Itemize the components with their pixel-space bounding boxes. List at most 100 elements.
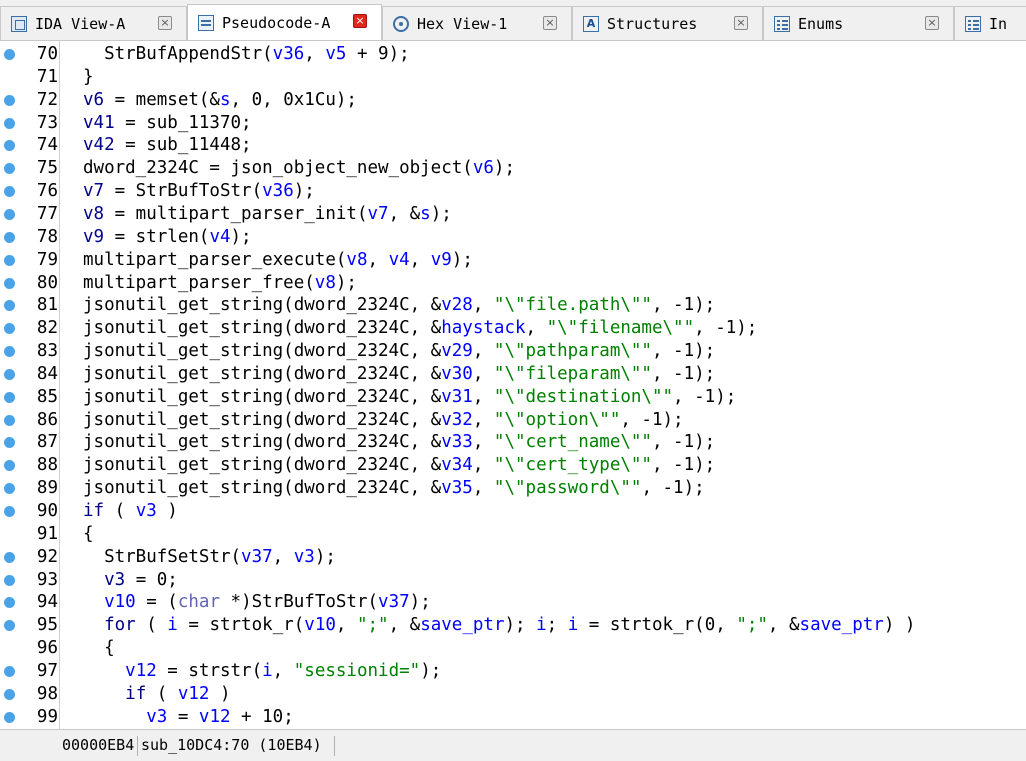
code-text[interactable]: v3 = 0; <box>83 569 178 592</box>
code-text[interactable]: jsonutil_get_string(dword_2324C, &v28, "… <box>83 294 715 317</box>
tab-enums[interactable]: Enums × <box>763 6 954 40</box>
code-text[interactable]: jsonutil_get_string(dword_2324C, &v30, "… <box>83 363 715 386</box>
breakpoint-dot-icon[interactable] <box>4 208 15 220</box>
code-line[interactable]: 70 StrBufAppendStr(v36, v5 + 9); <box>0 43 1026 66</box>
code-line[interactable]: 93 v3 = 0; <box>0 569 1026 592</box>
code-text[interactable]: { <box>83 637 115 660</box>
code-text[interactable]: } <box>83 66 94 89</box>
code-line[interactable]: 83 jsonutil_get_string(dword_2324C, &v29,… <box>0 340 1026 363</box>
breakpoint-dot-icon[interactable] <box>4 346 15 358</box>
breakpoint-dot-icon[interactable] <box>4 94 15 106</box>
code-text[interactable]: v3 = v12 + 10; <box>83 706 294 729</box>
breakpoint-dot-icon[interactable] <box>4 163 15 175</box>
code-line[interactable]: 72 v6 = memset(&s, 0, 0x1Cu); <box>0 89 1026 112</box>
close-icon[interactable]: × <box>925 16 939 30</box>
tab-in[interactable]: In <box>954 6 1026 40</box>
code-line[interactable]: 96 { <box>0 637 1026 660</box>
code-text[interactable]: v10 = (char *)StrBufToStr(v37); <box>83 591 431 614</box>
breakpoint-dot-icon[interactable] <box>4 620 15 632</box>
close-icon[interactable]: × <box>734 16 748 30</box>
tab-hex-view-1[interactable]: Hex View-1 × <box>382 6 572 40</box>
breakpoint-dot-icon[interactable] <box>4 437 15 449</box>
code-line[interactable]: 89 jsonutil_get_string(dword_2324C, &v35,… <box>0 477 1026 500</box>
close-icon[interactable]: × <box>353 14 367 28</box>
code-line[interactable]: 97 v12 = strstr(i, "sessionid="); <box>0 660 1026 683</box>
code-line[interactable]: 75 dword_2324C = json_object_new_object(v… <box>0 157 1026 180</box>
close-icon[interactable]: × <box>158 16 172 30</box>
code-text[interactable]: v12 = strstr(i, "sessionid="); <box>83 660 441 683</box>
code-token: ) ) <box>883 615 916 636</box>
code-text[interactable]: if ( v12 ) <box>83 683 230 706</box>
breakpoint-dot-icon[interactable] <box>4 414 15 426</box>
tab-structures[interactable]: A Structures × <box>572 6 763 40</box>
breakpoint-dot-icon[interactable] <box>4 483 15 495</box>
code-text[interactable]: v9 = strlen(v4); <box>83 226 252 249</box>
breakpoint-dot-icon[interactable] <box>4 300 15 312</box>
breakpoint-dot-icon[interactable] <box>4 665 15 677</box>
code-line[interactable]: 78 v9 = strlen(v4); <box>0 226 1026 249</box>
code-text[interactable]: multipart_parser_free(v8); <box>83 272 357 295</box>
breakpoint-dot-icon[interactable] <box>4 391 15 403</box>
breakpoint-dot-icon[interactable] <box>4 49 15 60</box>
code-text[interactable]: v6 = memset(&s, 0, 0x1Cu); <box>83 89 357 112</box>
breakpoint-dot-icon[interactable] <box>4 711 15 723</box>
breakpoint-dot-icon[interactable] <box>4 140 15 152</box>
code-line[interactable]: 91 { <box>0 523 1026 546</box>
code-text[interactable]: v41 = sub_11370; <box>83 112 252 135</box>
code-line[interactable]: 86 jsonutil_get_string(dword_2324C, &v32,… <box>0 409 1026 432</box>
code-text[interactable]: v8 = multipart_parser_init(v7, &s); <box>83 203 452 226</box>
breakpoint-dot-icon[interactable] <box>4 186 15 198</box>
code-line[interactable]: 73 v41 = sub_11370; <box>0 112 1026 135</box>
code-text[interactable]: for ( i = strtok_r(v10, ";", &save_ptr);… <box>83 614 915 637</box>
code-line[interactable]: 84 jsonutil_get_string(dword_2324C, &v30,… <box>0 363 1026 386</box>
code-text[interactable]: StrBufSetStr(v37, v3); <box>83 546 336 569</box>
code-text[interactable]: jsonutil_get_string(dword_2324C, &v35, "… <box>83 477 705 500</box>
breakpoint-dot-icon[interactable] <box>4 323 15 335</box>
breakpoint-dot-icon[interactable] <box>4 574 15 586</box>
code-text[interactable]: jsonutil_get_string(dword_2324C, &haysta… <box>83 317 757 340</box>
breakpoint-dot-icon[interactable] <box>4 368 15 380</box>
code-text[interactable]: v42 = sub_11448; <box>83 134 252 157</box>
code-line[interactable]: 98 if ( v12 ) <box>0 683 1026 706</box>
code-text[interactable]: if ( v3 ) <box>83 500 178 523</box>
code-text[interactable]: multipart_parser_execute(v8, v4, v9); <box>83 249 473 272</box>
breakpoint-dot-icon[interactable] <box>4 277 15 289</box>
code-line[interactable]: 99 v3 = v12 + 10; <box>0 706 1026 729</box>
code-text[interactable]: v7 = StrBufToStr(v36); <box>83 180 315 203</box>
code-line[interactable]: 94 v10 = (char *)StrBufToStr(v37); <box>0 591 1026 614</box>
code-line[interactable]: 92 StrBufSetStr(v37, v3); <box>0 546 1026 569</box>
tab-ida-view-a[interactable]: IDA View-A × <box>0 6 187 40</box>
code-line[interactable]: 79 multipart_parser_execute(v8, v4, v9); <box>0 249 1026 272</box>
code-text[interactable]: StrBufAppendStr(v36, v5 + 9); <box>83 43 410 66</box>
code-line[interactable]: 88 jsonutil_get_string(dword_2324C, &v34,… <box>0 454 1026 477</box>
code-text[interactable]: jsonutil_get_string(dword_2324C, &v29, "… <box>83 340 715 363</box>
code-line[interactable]: 74 v42 = sub_11448; <box>0 134 1026 157</box>
tab-pseudocode-a[interactable]: Pseudocode-A × <box>187 4 382 40</box>
breakpoint-dot-icon[interactable] <box>4 597 15 609</box>
pseudocode-view[interactable]: 70 StrBufAppendStr(v36, v5 + 9); 71} 72 v6 … <box>0 41 1026 729</box>
code-line[interactable]: 81 jsonutil_get_string(dword_2324C, &v28,… <box>0 294 1026 317</box>
code-line[interactable]: 82 jsonutil_get_string(dword_2324C, &hays… <box>0 317 1026 340</box>
breakpoint-dot-icon[interactable] <box>4 688 15 700</box>
breakpoint-dot-icon[interactable] <box>4 117 15 129</box>
close-icon[interactable]: × <box>543 16 557 30</box>
code-line[interactable]: 90 if ( v3 ) <box>0 500 1026 523</box>
code-text[interactable]: dword_2324C = json_object_new_object(v6)… <box>83 157 515 180</box>
code-line[interactable]: 85 jsonutil_get_string(dword_2324C, &v31,… <box>0 386 1026 409</box>
breakpoint-dot-icon[interactable] <box>4 506 15 517</box>
code-text[interactable]: jsonutil_get_string(dword_2324C, &v32, "… <box>83 409 684 432</box>
breakpoint-dot-icon[interactable] <box>4 551 15 563</box>
breakpoint-dot-icon[interactable] <box>4 254 15 266</box>
code-text[interactable]: { <box>83 523 94 546</box>
code-line[interactable]: 71} <box>0 66 1026 89</box>
breakpoint-dot-icon[interactable] <box>4 460 15 472</box>
code-line[interactable]: 87 jsonutil_get_string(dword_2324C, &v33,… <box>0 431 1026 454</box>
code-line[interactable]: 76 v7 = StrBufToStr(v36); <box>0 180 1026 203</box>
code-line[interactable]: 95 for ( i = strtok_r(v10, ";", &save_pt… <box>0 614 1026 637</box>
code-text[interactable]: jsonutil_get_string(dword_2324C, &v34, "… <box>83 454 715 477</box>
code-line[interactable]: 80 multipart_parser_free(v8); <box>0 272 1026 295</box>
breakpoint-dot-icon[interactable] <box>4 231 15 243</box>
code-text[interactable]: jsonutil_get_string(dword_2324C, &v33, "… <box>83 431 715 454</box>
code-text[interactable]: jsonutil_get_string(dword_2324C, &v31, "… <box>83 386 736 409</box>
code-line[interactable]: 77 v8 = multipart_parser_init(v7, &s); <box>0 203 1026 226</box>
